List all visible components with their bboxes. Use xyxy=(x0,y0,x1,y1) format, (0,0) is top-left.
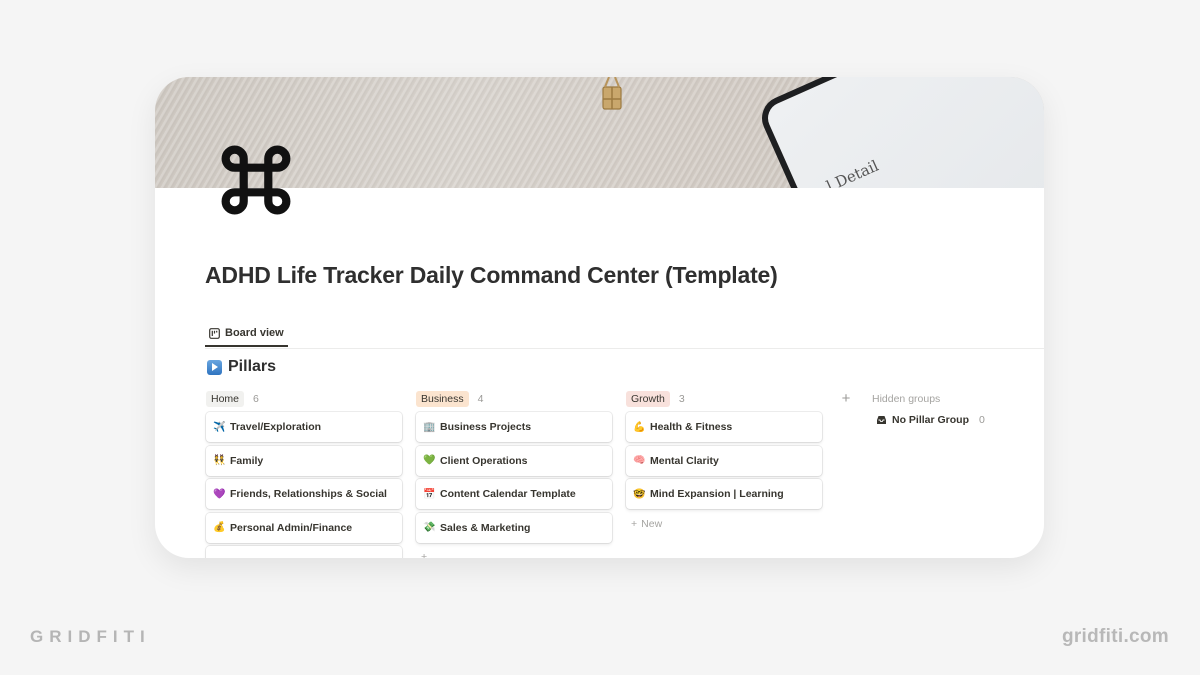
card-title: Mind Expansion | Learning xyxy=(650,488,784,501)
board-card[interactable]: 🤓 Mind Expansion | Learning xyxy=(626,479,822,510)
page-title: ADHD Life Tracker Daily Command Center (… xyxy=(205,262,778,288)
hidden-group-count: 0 xyxy=(979,414,985,426)
money-wings-icon: 💸 xyxy=(423,522,436,534)
tab-divider xyxy=(205,348,1044,349)
board-column-home: Home 6 ✈️ Travel/Exploration 👯 Family 💜 Fri… xyxy=(206,390,402,558)
airplane-icon: ✈️ xyxy=(213,421,226,433)
group-header[interactable]: Home 6 xyxy=(206,390,402,408)
card-title: Personal Admin/Finance xyxy=(230,521,353,534)
board-column-growth: Growth 3 💪 Health & Fitness 🧠 Mental Clari… xyxy=(626,390,822,558)
command-key-icon[interactable] xyxy=(215,139,297,221)
database-title[interactable]: Pillars xyxy=(207,358,276,376)
inbox-icon xyxy=(877,416,886,424)
tab-label: Board view xyxy=(225,327,284,339)
board-card[interactable]: 💜 Friends, Relationships & Social xyxy=(206,479,402,510)
board-card[interactable]: 💪 Health & Fitness xyxy=(626,412,822,442)
board-card[interactable]: 🧠 Mental Clarity xyxy=(626,445,822,476)
board-card[interactable]: 💚 Client Operations xyxy=(416,445,612,476)
board-card-partial[interactable] xyxy=(206,546,402,558)
new-label: New xyxy=(641,517,663,530)
office-building-icon: 🏢 xyxy=(423,421,436,433)
card-title: Friends, Relationships & Social xyxy=(230,488,387,501)
green-heart-icon: 💚 xyxy=(423,455,436,467)
group-count: 6 xyxy=(253,393,259,405)
group-header[interactable]: Growth 3 xyxy=(626,390,822,408)
brain-icon: 🧠 xyxy=(633,455,646,467)
card-title: Travel/Exploration xyxy=(230,421,322,433)
hidden-groups-title: Hidden groups xyxy=(872,393,941,405)
group-count: 4 xyxy=(477,393,484,405)
group-label: Business xyxy=(416,391,469,407)
binder-clip-image xyxy=(602,77,622,110)
add-group-button[interactable]: + xyxy=(836,390,856,558)
group-count: 3 xyxy=(678,393,685,405)
card-title: Client Operations xyxy=(440,454,528,467)
tab-board-view[interactable]: Board view xyxy=(205,327,288,347)
board-card[interactable]: ✈️ Travel/Exploration xyxy=(206,412,402,442)
card-title: Mental Clarity xyxy=(650,454,719,467)
new-card-button[interactable]: + New xyxy=(626,513,822,535)
flexed-biceps-icon: 💪 xyxy=(633,421,646,433)
card-title: Content Calendar Template xyxy=(440,488,576,501)
play-button-icon xyxy=(207,359,222,375)
notion-page-card: l Detail ADHD Life Tracker Daily Command… xyxy=(155,77,1044,558)
group-label: Home xyxy=(206,391,245,407)
card-title: Business Projects xyxy=(440,421,532,433)
board-card[interactable]: 💸 Sales & Marketing xyxy=(416,512,612,543)
group-label: Growth xyxy=(626,391,670,407)
card-title: Sales & Marketing xyxy=(440,521,531,534)
board-card[interactable]: 🏢 Business Projects xyxy=(416,412,612,442)
board-card[interactable]: 💰 Personal Admin/Finance xyxy=(206,512,402,543)
view-tabs: Board view xyxy=(205,325,288,349)
tablet-image xyxy=(755,77,1044,188)
card-title: Family xyxy=(230,454,264,467)
group-header[interactable]: Business 4 xyxy=(416,390,612,408)
board-view-icon xyxy=(209,327,220,339)
money-bag-icon: 💰 xyxy=(213,522,226,534)
brand-logo: GRIDFITI xyxy=(30,627,151,646)
hidden-group-item[interactable]: No Pillar Group 0 xyxy=(870,414,1020,426)
hidden-group-label: No Pillar Group xyxy=(892,414,970,426)
board-card[interactable]: 👯 Family xyxy=(206,445,402,476)
calendar-icon: 📅 xyxy=(423,488,436,500)
new-card-button[interactable]: + xyxy=(416,546,612,558)
board-column-business: Business 4 🏢 Business Projects 💚 Client Op… xyxy=(416,390,612,558)
board-card[interactable]: 📅 Content Calendar Template xyxy=(416,479,612,510)
people-icon: 👯 xyxy=(213,455,226,467)
purple-heart-icon: 💜 xyxy=(213,488,226,500)
database-title-text: Pillars xyxy=(228,358,277,375)
plus-icon: + xyxy=(631,517,638,530)
card-title: Health & Fitness xyxy=(650,421,733,433)
board: Home 6 ✈️ Travel/Exploration 👯 Family 💜 Fri… xyxy=(206,390,1020,558)
brand-url: gridfiti.com xyxy=(1061,626,1169,647)
hidden-groups: Hidden groups No Pillar Group 0 xyxy=(870,390,1020,558)
nerd-face-icon: 🤓 xyxy=(633,488,646,500)
plus-icon: + xyxy=(421,551,428,558)
